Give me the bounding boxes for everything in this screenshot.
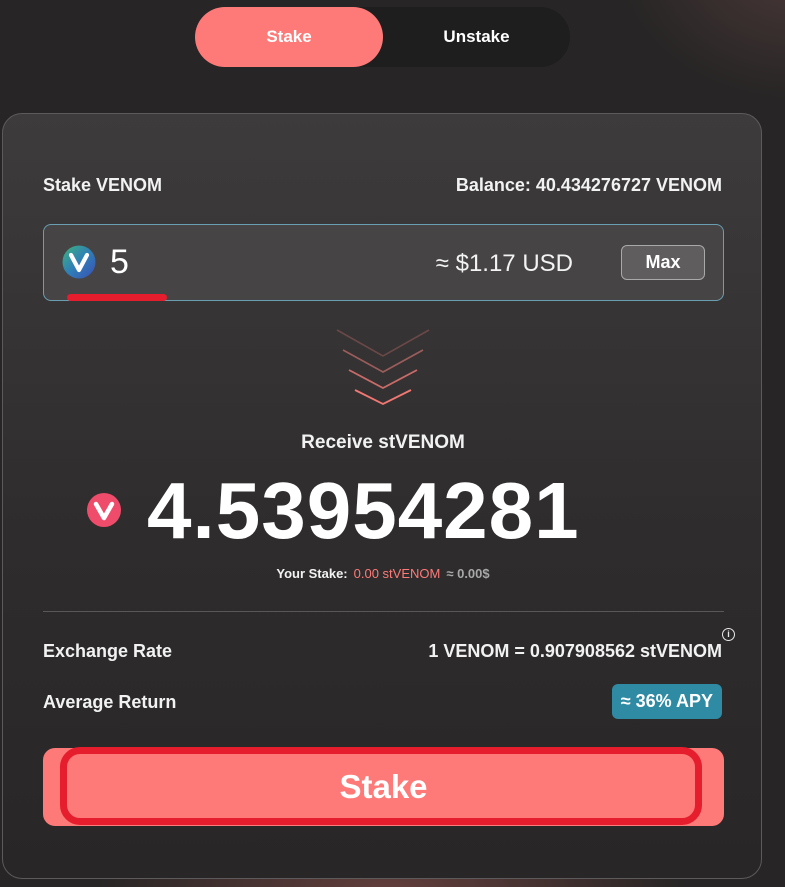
your-stake-label: Your Stake:: [276, 566, 348, 581]
chevron-down-icon: [336, 329, 430, 406]
info-icon[interactable]: i: [722, 628, 735, 641]
receive-stvenom-label: Receive stVENOM: [301, 432, 465, 453]
your-stake-usd: ≈ 0.00$: [446, 566, 490, 581]
usd-estimate: ≈ $1.17 USD: [435, 250, 573, 277]
max-button[interactable]: Max: [621, 245, 705, 280]
your-stake-amount: 0.00 stVENOM: [353, 566, 441, 581]
receive-amount: 4.53954281: [147, 466, 580, 555]
apy-badge: ≈ 36% APY: [611, 684, 722, 719]
stake-amount-field[interactable]: ≈ $1.17 USD Max: [43, 224, 724, 301]
stake-card: Stake VENOM Balance: 40.434276727 VENOM …: [2, 113, 762, 879]
tab-stake[interactable]: Stake: [195, 7, 383, 67]
divider: [43, 611, 724, 612]
exchange-rate-value: 1 VENOM = 0.907908562 stVENOM: [428, 641, 722, 661]
stake-unstake-tabs: Stake Unstake: [195, 7, 570, 67]
tab-unstake[interactable]: Unstake: [383, 7, 570, 67]
annotation-underline: [67, 294, 167, 301]
average-return-label: Average Return: [43, 692, 177, 712]
stvenom-token-icon: [87, 493, 121, 527]
stake-venom-title: Stake VENOM: [43, 175, 163, 195]
balance-text: Balance: 40.434276727 VENOM: [455, 175, 722, 195]
venom-token-icon: [62, 245, 96, 279]
your-stake-row: Your Stake: 0.00 stVENOM ≈ 0.00$: [3, 566, 763, 581]
exchange-rate-label: Exchange Rate: [43, 641, 173, 661]
stake-amount-input[interactable]: [110, 241, 410, 283]
stake-button[interactable]: Stake: [43, 748, 724, 826]
